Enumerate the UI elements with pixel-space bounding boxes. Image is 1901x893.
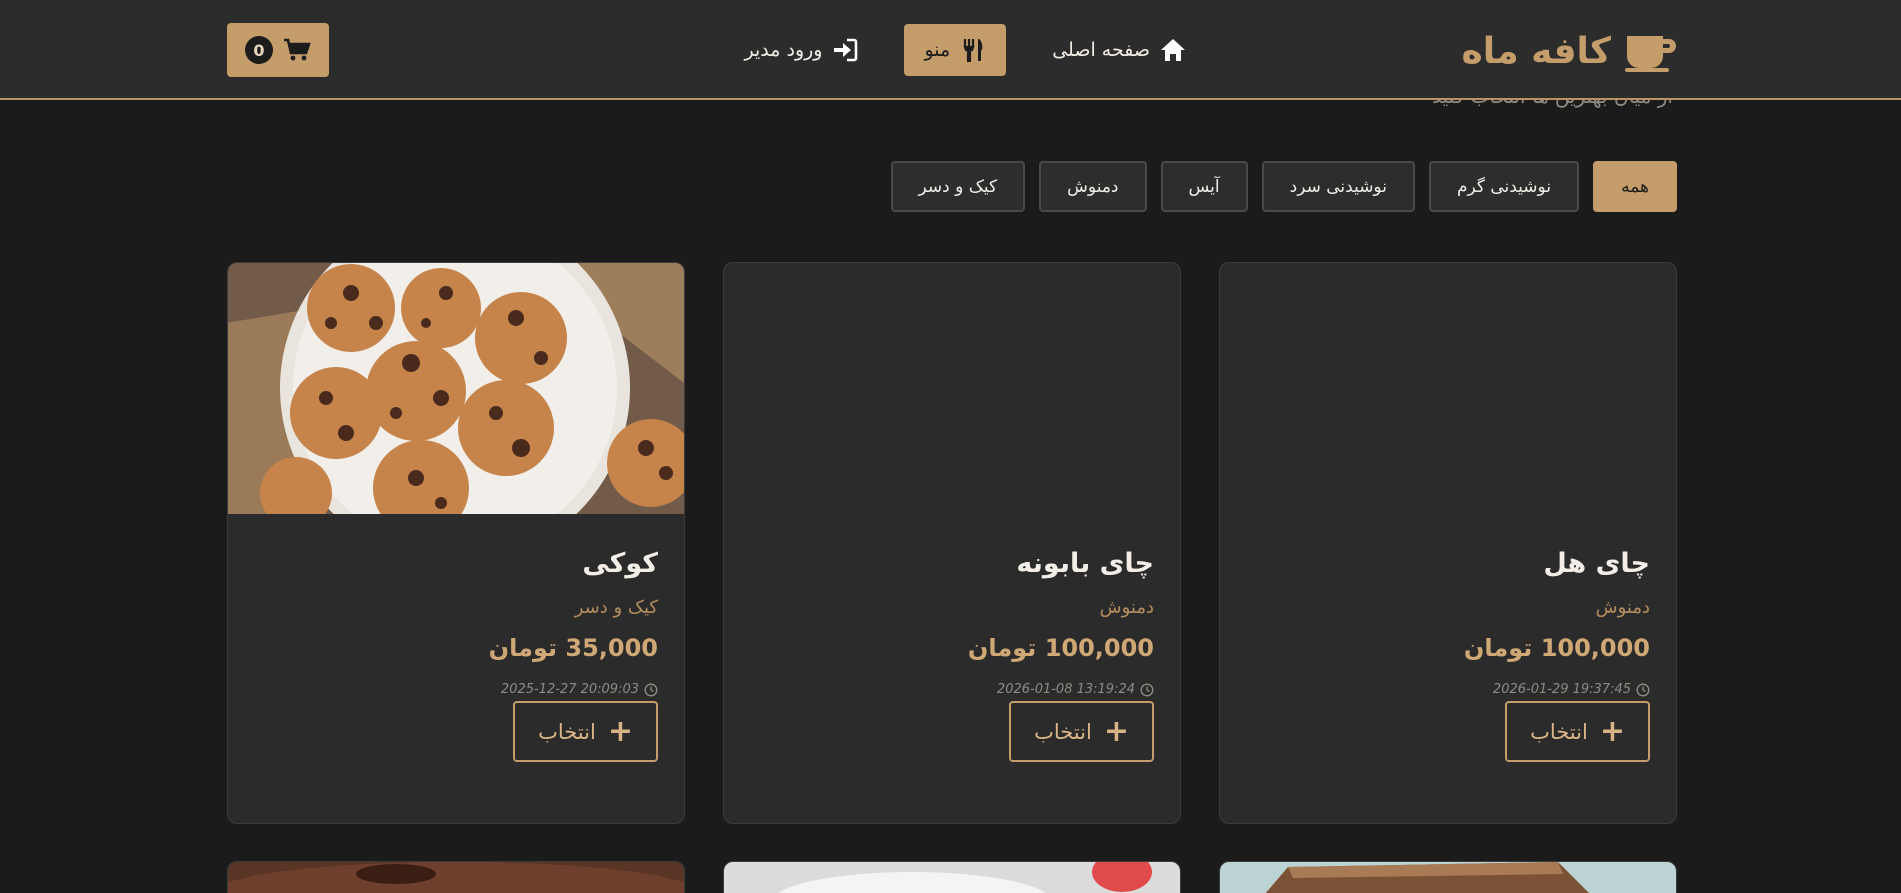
product-date-text: 2026-01-08 13:19:24 — [996, 682, 1135, 697]
filter-all[interactable]: همه — [1593, 161, 1677, 212]
nav-admin-login-link[interactable]: ورود مدیر — [725, 24, 879, 76]
filter-cake-dessert[interactable]: کیک و دسر — [890, 161, 1026, 212]
product-image-placeholder — [724, 263, 1180, 514]
clock-icon — [644, 682, 658, 697]
clock-icon — [1140, 682, 1154, 697]
plus-icon: + — [607, 713, 633, 749]
cookies-photo — [228, 263, 684, 514]
product-image-placeholder — [1220, 263, 1676, 514]
product-card-peek — [227, 861, 685, 893]
product-category: دمنوش — [1099, 597, 1154, 618]
product-title: کوکی — [582, 548, 658, 579]
product-date: 2026-01-08 13:19:24 — [750, 682, 1154, 697]
product-card: چای بابونه دمنوش 100,000 تومان 2026-01-0… — [723, 262, 1181, 824]
plus-icon: + — [1103, 713, 1129, 749]
product-date: 2025-12-27 20:09:03 — [254, 682, 658, 697]
coffee-cup-icon — [1625, 36, 1676, 72]
brand-name: کافه ماه — [1461, 30, 1611, 72]
select-button-label: انتخاب — [1034, 719, 1092, 744]
drink-photo — [724, 862, 1180, 893]
filter-hot-drinks[interactable]: نوشیدنی گرم — [1428, 161, 1580, 212]
utensils-icon — [963, 39, 983, 62]
nav-links: صفحه اصلی منو ورود مدیر — [725, 24, 1206, 76]
product-price: 100,000 تومان — [967, 634, 1154, 662]
select-button[interactable]: + انتخاب — [1505, 701, 1650, 762]
brand[interactable]: کافه ماه — [1462, 26, 1677, 76]
product-category: کیک و دسر — [574, 597, 658, 618]
select-button[interactable]: + انتخاب — [1009, 701, 1154, 762]
product-date-text: 2026-01-29 19:37:45 — [1492, 682, 1631, 697]
plus-icon: + — [1599, 713, 1625, 749]
home-icon — [1161, 39, 1185, 61]
cart-count-badge: 0 — [245, 36, 273, 64]
sign-in-icon — [834, 38, 858, 62]
filter-herbal-tea[interactable]: دمنوش — [1039, 161, 1147, 212]
select-button[interactable]: + انتخاب — [513, 701, 658, 762]
product-card: چای هل دمنوش 100,000 تومان 2026-01-29 19… — [1219, 262, 1677, 824]
product-card-peek — [1219, 861, 1677, 893]
navbar: کافه ماه صفحه اصلی منو ورود مدیر 0 — [0, 0, 1901, 100]
nav-admin-login-label: ورود مدیر — [744, 39, 823, 61]
product-title: چای هل — [1543, 548, 1650, 579]
cake-photo — [1220, 862, 1676, 893]
select-button-label: انتخاب — [538, 719, 596, 744]
product-title: چای بابونه — [1016, 548, 1154, 579]
cookies-image — [228, 263, 684, 514]
product-price: 35,000 تومان — [488, 634, 658, 662]
category-filters: همه نوشیدنی گرم نوشیدنی سرد آیس دمنوش کی… — [890, 161, 1677, 213]
nav-home-label: صفحه اصلی — [1052, 39, 1150, 61]
clock-icon — [1636, 682, 1650, 697]
product-date: 2026-01-29 19:37:45 — [1246, 682, 1650, 697]
shopping-cart-icon — [284, 38, 311, 61]
product-date-text: 2025-12-27 20:09:03 — [500, 682, 639, 697]
nav-menu-label: منو — [924, 39, 951, 61]
product-category: دمنوش — [1595, 597, 1650, 618]
product-card: کوکی کیک و دسر 35,000 تومان 2025-12-27 2… — [227, 262, 685, 824]
nav-menu-link[interactable]: منو — [904, 24, 1007, 76]
product-price: 100,000 تومان — [1463, 634, 1650, 662]
chocolate-cake-photo — [228, 862, 684, 893]
filter-ice[interactable]: آیس — [1160, 161, 1248, 212]
nav-home-link[interactable]: صفحه اصلی — [1032, 24, 1206, 76]
product-card-peek — [723, 861, 1181, 893]
select-button-label: انتخاب — [1530, 719, 1588, 744]
cart-button[interactable]: 0 — [227, 23, 329, 77]
filter-cold-drinks[interactable]: نوشیدنی سرد — [1261, 161, 1415, 212]
